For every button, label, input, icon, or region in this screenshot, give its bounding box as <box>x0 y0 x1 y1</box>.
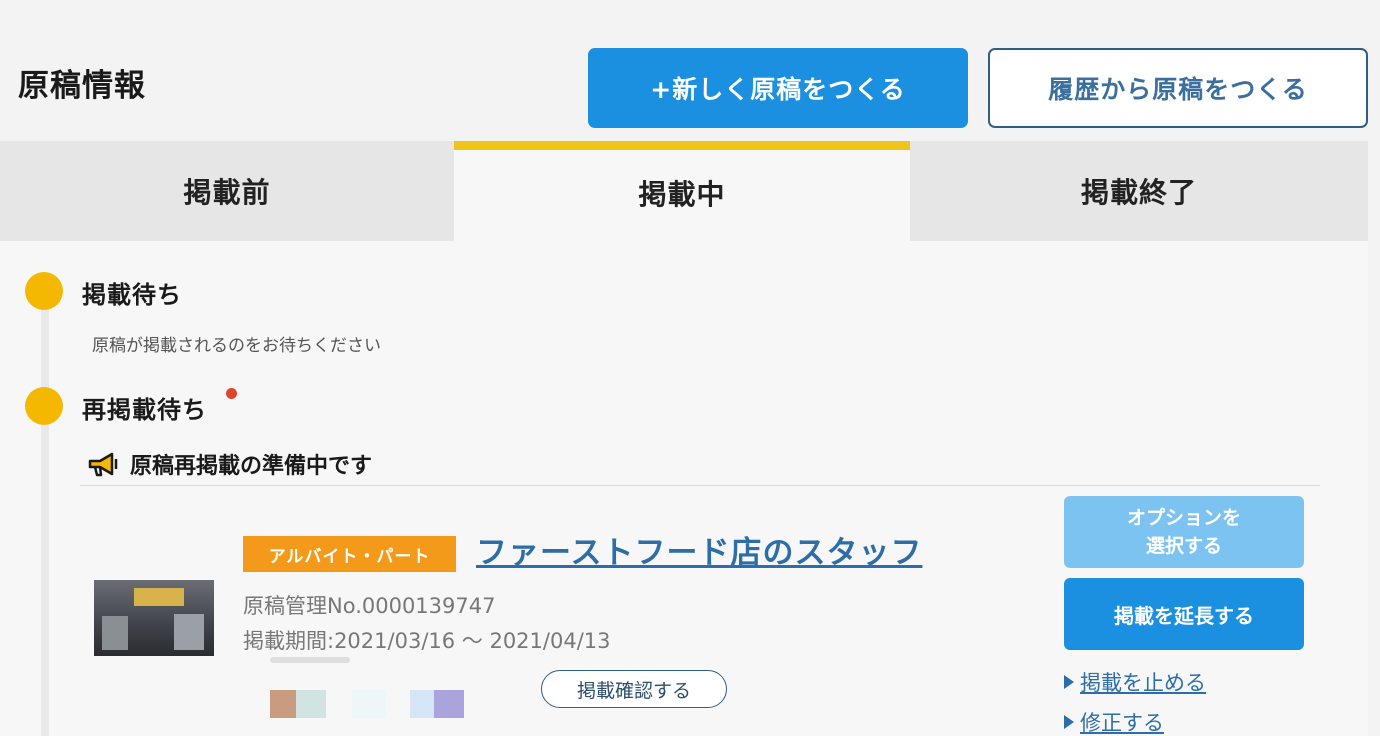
page-title: 原稿情報 <box>18 68 146 104</box>
select-option-button[interactable]: オプションを 選択する <box>1064 496 1304 568</box>
status-title-republish-waiting: 再掲載待ち <box>82 396 207 424</box>
blurred-swatch <box>352 690 386 718</box>
employment-type-badge: アルバイト・パート <box>243 536 456 572</box>
edit-label[interactable]: 修正する <box>1080 707 1164 736</box>
megaphone-icon <box>88 452 118 477</box>
confirm-publication-button[interactable]: 掲載確認する <box>541 670 727 708</box>
extend-publication-button[interactable]: 掲載を延長する <box>1064 578 1304 650</box>
blurred-swatch <box>296 690 326 718</box>
stop-publication-label[interactable]: 掲載を止める <box>1080 667 1206 697</box>
listing-thumbnail[interactable] <box>94 580 214 656</box>
alert-dot-icon <box>226 388 237 399</box>
tab-before-publication[interactable]: 掲載前 <box>0 141 454 241</box>
divider <box>80 485 1320 486</box>
status-description: 原稿が掲載されるのをお待ちください <box>92 336 381 356</box>
new-manuscript-button[interactable]: +新しく原稿をつくる <box>588 48 968 128</box>
status-tabs: 掲載前 掲載中 掲載終了 <box>0 141 1368 241</box>
blurred-swatch <box>270 690 296 718</box>
notice-text: 原稿再掲載の準備中です <box>130 454 373 479</box>
page: 原稿情報 +新しく原稿をつくる 履歴から原稿をつくる 掲載前 掲載中 掲載終了 … <box>0 0 1380 736</box>
blurred-text <box>270 657 350 663</box>
republish-notice: 原稿再掲載の準備中です <box>86 446 372 482</box>
status-title-waiting: 掲載待ち <box>82 281 182 309</box>
timeline-line <box>41 301 49 736</box>
stop-publication-link[interactable]: 掲載を止める <box>1064 667 1206 697</box>
listing-title-link[interactable]: ファーストフード店のスタッフ <box>476 527 922 572</box>
tab-content: 掲載待ち 原稿が掲載されるのをお待ちください 再掲載待ち 原稿再掲載の準備中です… <box>0 241 1368 736</box>
blurred-swatch <box>434 690 464 718</box>
edit-link[interactable]: 修正する <box>1064 707 1164 736</box>
manage-number: 原稿管理No.0000139747 <box>243 594 496 618</box>
status-dot-icon <box>25 387 63 425</box>
status-dot-icon <box>25 272 63 310</box>
blurred-swatch <box>410 690 434 718</box>
create-from-history-button[interactable]: 履歴から原稿をつくる <box>988 48 1368 128</box>
publication-period: 掲載期間:2021/03/16 〜 2021/04/13 <box>243 629 611 653</box>
tab-publication-ended[interactable]: 掲載終了 <box>910 141 1368 241</box>
triangle-right-icon <box>1064 715 1074 729</box>
triangle-right-icon <box>1064 675 1074 689</box>
tab-publishing[interactable]: 掲載中 <box>454 141 910 241</box>
